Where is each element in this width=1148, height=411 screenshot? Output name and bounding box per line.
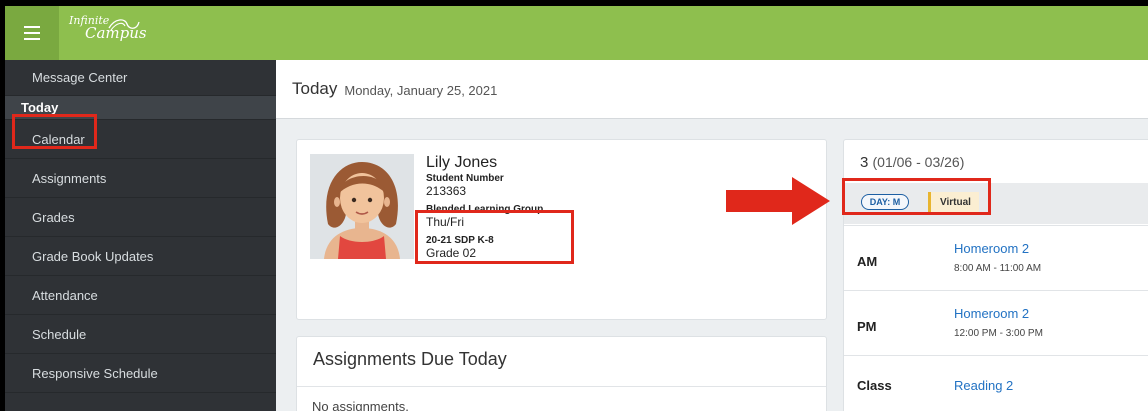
period-time: 12:00 PM - 3:00 PM — [954, 328, 1043, 339]
assignments-title: Assignments Due Today — [313, 349, 507, 369]
sidebar-item-label: Assignments — [32, 170, 107, 186]
sidebar-item-label: Message Center — [32, 70, 128, 85]
logo-swoosh-icon — [108, 19, 140, 31]
sidebar-item-label: Grade Book Updates — [32, 248, 154, 264]
sidebar-item-label: Grades — [32, 209, 75, 225]
sidebar-item-label: Responsive Schedule — [32, 365, 158, 381]
period-label: Class — [857, 378, 892, 393]
sidebar-item-attendance[interactable]: Attendance — [5, 276, 276, 315]
assignments-card: Assignments Due Today No assignments. — [296, 336, 827, 411]
annotation-arrow-icon — [726, 177, 830, 225]
period-course-link[interactable]: Homeroom 2 — [954, 306, 1029, 321]
sidebar-item-grades[interactable]: Grades — [5, 198, 276, 237]
page-title: Today — [292, 79, 338, 98]
period-label: AM — [857, 254, 878, 269]
sidebar-item-message-center[interactable]: Message Center — [5, 60, 276, 96]
schedule-period-pm: PM Homeroom 2 12:00 PM - 3:00 PM — [844, 290, 1148, 355]
schedule-period-am: AM Homeroom 2 8:00 AM - 11:00 AM — [844, 225, 1148, 290]
term-heading: 3 (01/06 - 03/26) — [860, 154, 964, 171]
sidebar-item-label: Today — [21, 100, 59, 115]
term-number: 3 — [860, 154, 869, 171]
period-course-link[interactable]: Reading 2 — [954, 378, 1013, 393]
blended-group-highlight-box — [415, 210, 574, 264]
student-number: 213363 — [426, 184, 467, 198]
divider — [297, 386, 826, 387]
menu-icon[interactable] — [5, 6, 59, 60]
sidebar-item-assignments[interactable]: Assignments — [5, 159, 276, 198]
top-bar: Infinite Campus — [5, 6, 1148, 60]
period-label: PM — [857, 319, 877, 334]
sidebar-item-responsive-schedule[interactable]: Responsive Schedule — [5, 354, 276, 393]
sidebar-item-label: Schedule — [32, 326, 87, 342]
sidebar-item-grade-book-updates[interactable]: Grade Book Updates — [5, 237, 276, 276]
sidebar-item-label: Attendance — [32, 287, 98, 303]
schedule-period-class: Class Reading 2 — [844, 355, 1148, 411]
student-name: Lily Jones — [426, 154, 498, 171]
term-range: (01/06 - 03/26) — [872, 154, 965, 170]
student-number-label: Student Number — [426, 173, 504, 184]
day-virtual-highlight-box — [842, 178, 991, 215]
student-avatar — [310, 154, 414, 259]
student-avatar-image — [310, 154, 414, 259]
sidebar-nav: Message Center Today Calendar Assignment… — [5, 60, 276, 411]
assignments-empty-text: No assignments. — [312, 399, 409, 411]
app-logo[interactable]: Infinite Campus — [69, 14, 147, 42]
page-header: Today Monday, January 25, 2021 — [276, 60, 1148, 119]
sidebar-item-schedule[interactable]: Schedule — [5, 315, 276, 354]
page-date: Monday, January 25, 2021 — [344, 82, 498, 98]
period-course-link[interactable]: Homeroom 2 — [954, 241, 1029, 256]
period-time: 8:00 AM - 11:00 AM — [954, 263, 1042, 274]
today-highlight-box — [12, 114, 97, 149]
main-content: Today Monday, January 25, 2021 Lily Jone… — [276, 60, 1148, 411]
app-window: Infinite Campus Message Center Today Cal… — [5, 6, 1148, 411]
